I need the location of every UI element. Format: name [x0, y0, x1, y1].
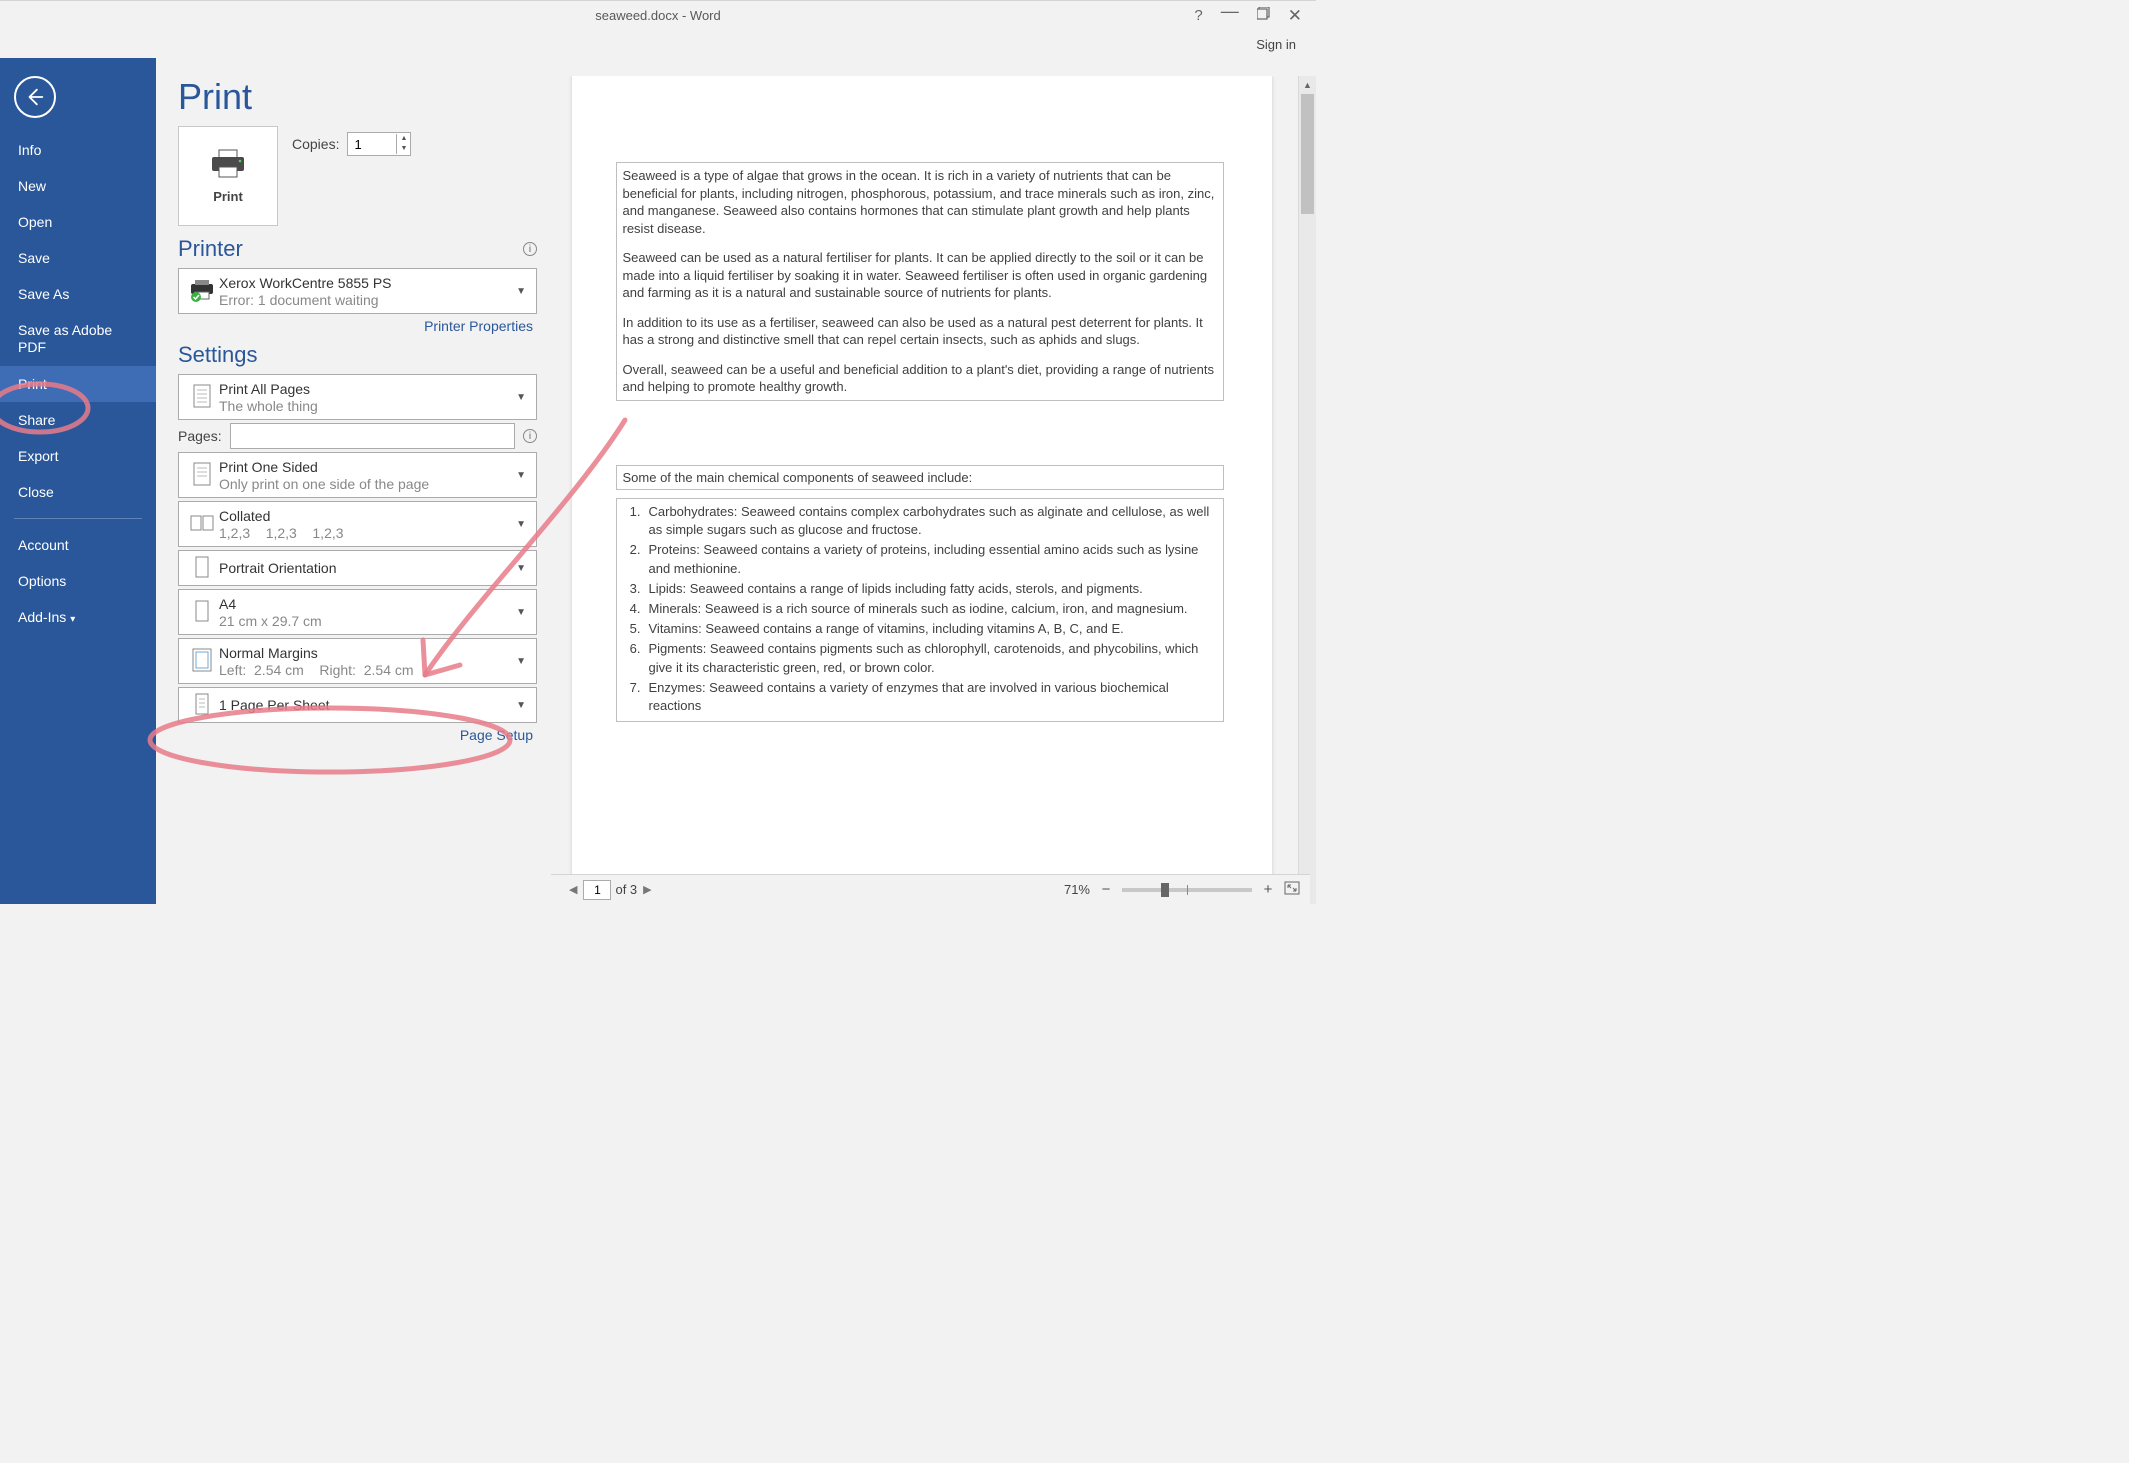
restore-icon[interactable]: [1257, 7, 1270, 24]
print-button[interactable]: Print: [178, 126, 278, 226]
back-button[interactable]: [14, 76, 56, 118]
sidebar-item-close[interactable]: Close: [0, 474, 156, 510]
paper-icon: [187, 599, 219, 625]
print-range-selector[interactable]: Print All Pages The whole thing ▼: [178, 374, 537, 420]
printer-name: Xerox WorkCentre 5855 PS: [219, 275, 512, 291]
sidebar-item-save-adobe-pdf[interactable]: Save as Adobe PDF: [0, 312, 156, 366]
scrollbar-thumb[interactable]: [1301, 94, 1314, 214]
sidebar-item-share[interactable]: Share: [0, 402, 156, 438]
chevron-down-icon: ▼: [512, 607, 530, 618]
page-navigator: ◀ of 3 ▶: [567, 880, 654, 900]
vertical-scrollbar[interactable]: ▲ ▼: [1298, 76, 1316, 904]
next-page-icon[interactable]: ▶: [641, 883, 653, 896]
page-title: Print: [178, 76, 537, 118]
print-settings-panel: Print Print Copies:: [156, 58, 551, 904]
info-icon[interactable]: i: [523, 242, 537, 256]
pages-label: Pages:: [178, 428, 222, 444]
scroll-up-icon[interactable]: ▲: [1299, 76, 1316, 94]
pages-icon: [187, 383, 219, 411]
spinner-down-icon[interactable]: ▼: [397, 144, 410, 154]
chevron-down-icon: ▾: [70, 614, 75, 625]
sidebar-item-options[interactable]: Options: [0, 563, 156, 599]
list-item: 1.Carbohydrates: Seaweed contains comple…: [623, 503, 1217, 539]
chevron-down-icon: ▼: [512, 656, 530, 667]
orientation-selector[interactable]: Portrait Orientation ▼: [178, 550, 537, 586]
margins-icon: [187, 647, 219, 675]
preview-textbox-2: Some of the main chemical components of …: [616, 465, 1224, 490]
sidebar-item-open[interactable]: Open: [0, 204, 156, 240]
preview-ordered-list: 1.Carbohydrates: Seaweed contains comple…: [616, 498, 1224, 722]
zoom-in-icon[interactable]: +: [1260, 881, 1276, 898]
portrait-icon: [187, 555, 219, 581]
chevron-down-icon: ▼: [512, 470, 530, 481]
one-sided-icon: [187, 461, 219, 489]
chevron-down-icon: ▼: [512, 519, 530, 530]
backstage-sidebar: Info New Open Save Save As Save as Adobe…: [0, 58, 156, 904]
printer-icon: [210, 149, 246, 179]
page-setup-link[interactable]: Page Setup: [178, 727, 537, 743]
zoom-slider[interactable]: [1122, 888, 1252, 892]
window-title: seaweed.docx - Word: [595, 8, 721, 23]
zoom-out-icon[interactable]: −: [1098, 881, 1114, 898]
sidebar-item-saveas[interactable]: Save As: [0, 276, 156, 312]
zoom-percent: 71%: [1064, 882, 1090, 897]
sidebar-item-new[interactable]: New: [0, 168, 156, 204]
preview-textbox-1: Seaweed is a type of algae that grows in…: [616, 162, 1224, 401]
sidebar-item-addins[interactable]: Add-Ins▾: [0, 599, 156, 635]
chevron-down-icon: ▼: [512, 392, 530, 403]
per-sheet-icon: [187, 692, 219, 718]
printer-selector[interactable]: Xerox WorkCentre 5855 PS Error: 1 docume…: [178, 268, 537, 314]
collation-selector[interactable]: Collated 1,2,3 1,2,3 1,2,3 ▼: [178, 501, 537, 547]
zoom-slider-thumb[interactable]: [1161, 883, 1169, 897]
list-item: 2.Proteins: Seaweed contains a variety o…: [623, 541, 1217, 577]
list-item: 5.Vitamins: Seaweed contains a range of …: [623, 620, 1217, 638]
sidebar-item-info[interactable]: Info: [0, 132, 156, 168]
info-icon[interactable]: i: [523, 429, 537, 443]
paper-size-selector[interactable]: A4 21 cm x 29.7 cm ▼: [178, 589, 537, 635]
list-item: 7.Enzymes: Seaweed contains a variety of…: [623, 679, 1217, 715]
list-item: 4.Minerals: Seaweed is a rich source of …: [623, 600, 1217, 618]
copies-input[interactable]: [348, 135, 396, 154]
spinner-up-icon[interactable]: ▲: [397, 134, 410, 144]
page-count-label: of 3: [615, 882, 637, 897]
list-item: 3.Lipids: Seaweed contains a range of li…: [623, 580, 1217, 598]
chevron-down-icon: ▼: [512, 700, 530, 711]
copies-spinner[interactable]: ▲ ▼: [347, 132, 411, 156]
printer-status-icon: [187, 279, 219, 303]
prev-page-icon[interactable]: ◀: [567, 883, 579, 896]
help-icon[interactable]: ?: [1194, 7, 1202, 24]
sign-in-link[interactable]: Sign in: [1256, 37, 1296, 52]
fit-to-window-icon[interactable]: [1284, 881, 1300, 898]
close-icon[interactable]: ✕: [1288, 6, 1302, 26]
list-item: 6.Pigments: Seaweed contains pigments su…: [623, 640, 1217, 676]
print-preview: Seaweed is a type of algae that grows in…: [551, 58, 1316, 904]
page-number-input[interactable]: [583, 880, 611, 900]
titlebar: seaweed.docx - Word ? — ✕: [0, 0, 1316, 30]
preview-footer: ◀ of 3 ▶ 71% − +: [551, 874, 1310, 904]
margins-selector[interactable]: Normal Margins Left: 2.54 cm Right: 2.54…: [178, 638, 537, 684]
sidebar-item-export[interactable]: Export: [0, 438, 156, 474]
collated-icon: [187, 512, 219, 536]
printer-properties-link[interactable]: Printer Properties: [178, 318, 537, 334]
pages-per-sheet-selector[interactable]: 1 Page Per Sheet ▼: [178, 687, 537, 723]
copies-label: Copies:: [292, 136, 339, 152]
preview-page: Seaweed is a type of algae that grows in…: [572, 76, 1272, 874]
sidebar-item-print[interactable]: Print: [0, 366, 156, 402]
minimize-icon[interactable]: —: [1221, 1, 1239, 22]
sidebar-item-account[interactable]: Account: [0, 527, 156, 563]
sides-selector[interactable]: Print One Sided Only print on one side o…: [178, 452, 537, 498]
sidebar-item-save[interactable]: Save: [0, 240, 156, 276]
chevron-down-icon: ▼: [512, 563, 530, 574]
print-button-label: Print: [213, 189, 243, 204]
settings-heading: Settings: [178, 342, 537, 368]
sidebar-separator: [14, 518, 142, 519]
pages-input[interactable]: [230, 423, 515, 449]
chevron-down-icon: ▼: [512, 286, 530, 297]
printer-status: Error: 1 document waiting: [219, 292, 512, 308]
printer-heading: Printer i: [178, 236, 537, 262]
